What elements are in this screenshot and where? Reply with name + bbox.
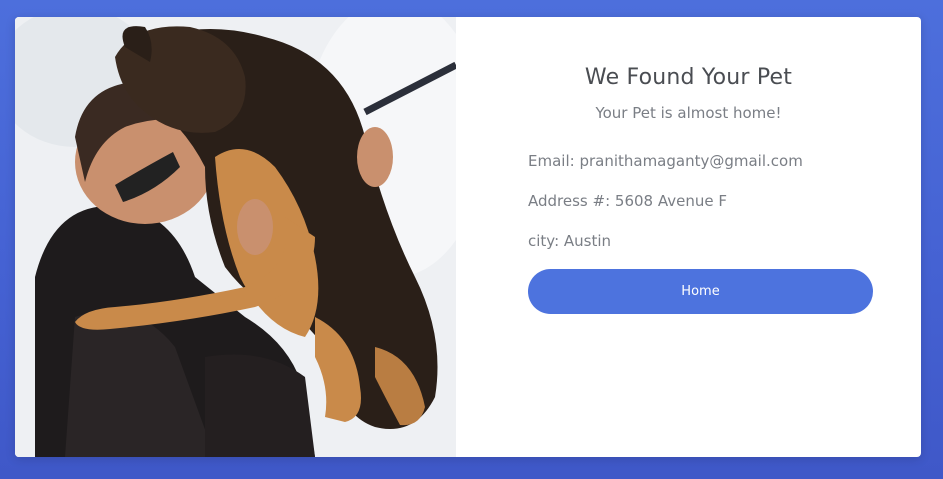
owner-address: Address #: 5608 Avenue F	[528, 192, 727, 210]
owner-city: city: Austin	[528, 232, 612, 250]
pet-photo-illustration	[15, 17, 456, 457]
page-subtitle: Your Pet is almost home!	[595, 104, 782, 122]
home-button[interactable]: Home	[528, 269, 873, 314]
pet-info-panel: We Found Your Pet Your Pet is almost hom…	[456, 17, 921, 457]
page-title: We Found Your Pet	[584, 65, 793, 90]
found-pet-card: We Found Your Pet Your Pet is almost hom…	[15, 17, 921, 457]
owner-email: Email: pranithamaganty@gmail.com	[528, 152, 803, 170]
pet-photo	[15, 17, 456, 457]
